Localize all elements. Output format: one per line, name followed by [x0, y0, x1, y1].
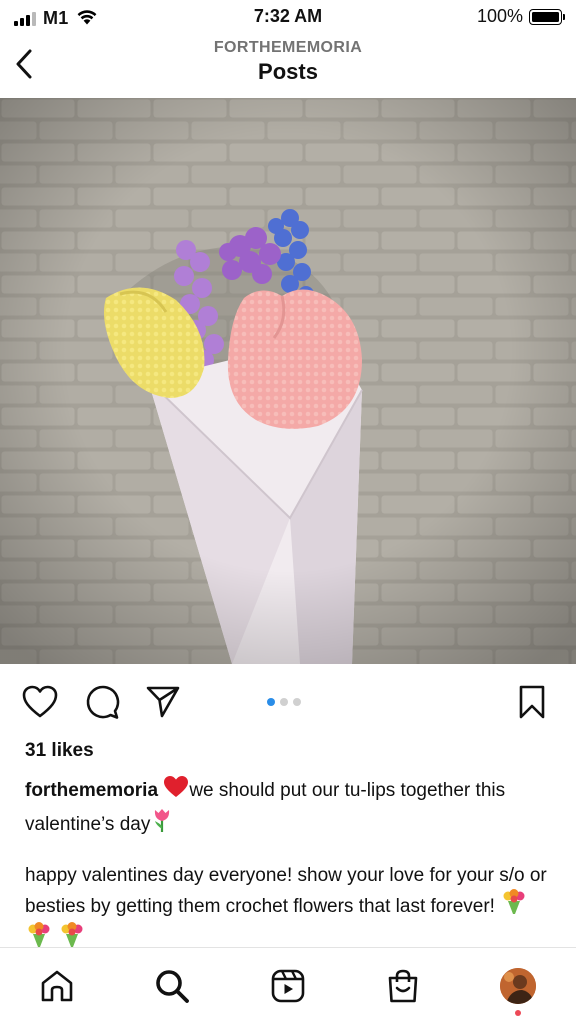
share-button[interactable] — [143, 682, 183, 722]
carousel-dot — [293, 698, 301, 706]
notification-dot — [515, 1010, 521, 1016]
heart-emoji — [163, 775, 189, 807]
nav-home[interactable] — [37, 966, 77, 1006]
likes-count[interactable]: 31 likes — [25, 740, 94, 762]
post-image[interactable] — [0, 98, 576, 664]
like-button[interactable] — [20, 682, 60, 722]
nav-search[interactable] — [152, 966, 192, 1006]
profile-avatar — [500, 968, 536, 1004]
page-title: Posts — [258, 59, 318, 84]
caption-text-2: happy valentines day everyone! show your… — [25, 865, 547, 917]
nav-shop[interactable] — [383, 966, 423, 1006]
comment-button[interactable] — [82, 682, 122, 722]
nav-profile[interactable] — [498, 966, 538, 1006]
battery-percent: 100% — [476, 6, 523, 26]
save-button[interactable] — [512, 682, 552, 722]
bouquet-emoji — [500, 888, 528, 923]
share-icon — [146, 686, 180, 718]
heart-icon — [22, 685, 58, 718]
carousel-indicator — [267, 698, 301, 706]
tulip-emoji — [150, 807, 174, 841]
shop-icon — [388, 969, 418, 1003]
search-icon — [156, 970, 189, 1003]
post-caption: forthememoria we should put our tu-lips … — [25, 775, 555, 956]
status-bar: M1 7:32 AM 100% — [0, 0, 576, 34]
carousel-dot — [280, 698, 288, 706]
carousel-dot-active — [267, 698, 275, 706]
header-username[interactable]: FORTHEMEMORIA — [0, 39, 576, 57]
status-right: 100% — [476, 6, 565, 27]
battery-icon — [529, 8, 565, 25]
home-icon — [41, 970, 73, 1002]
post-actions — [0, 682, 576, 726]
nav-reels[interactable] — [268, 966, 308, 1006]
caption-username[interactable]: forthememoria — [25, 780, 158, 801]
bookmark-icon — [519, 685, 545, 719]
reels-icon — [271, 969, 305, 1003]
header: FORTHEMEMORIA Posts — [0, 34, 576, 98]
comment-icon — [86, 685, 120, 719]
bottom-nav — [0, 948, 576, 1024]
